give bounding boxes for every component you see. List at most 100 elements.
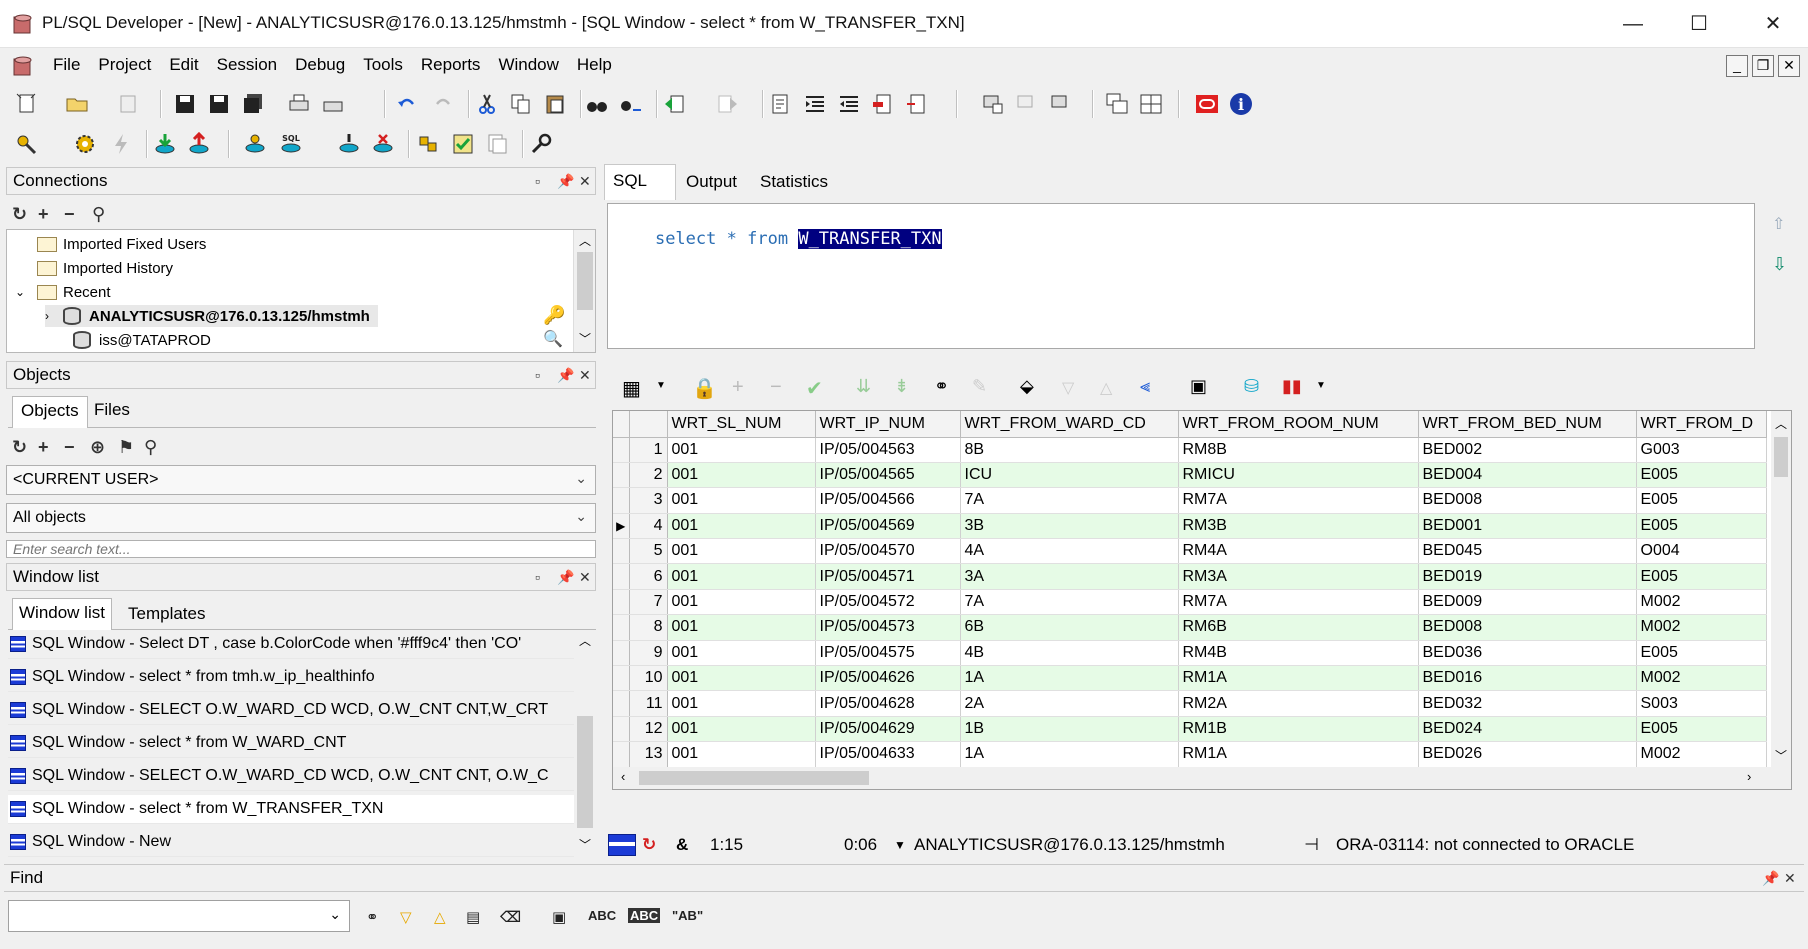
tree-item-imported-fixed-users[interactable]: Imported Fixed Users <box>37 233 206 255</box>
grid-cell[interactable]: BED026 <box>1418 741 1637 768</box>
grid-cell[interactable]: E005 <box>1636 462 1767 489</box>
row-number[interactable]: 1 <box>629 437 668 463</box>
grid-cell[interactable]: IP/05/004626 <box>815 665 961 692</box>
table-row[interactable]: 6 001 IP/05/004571 3A RM3A BED019 E005 <box>613 563 1767 590</box>
close-button[interactable]: ✕ <box>1746 6 1800 42</box>
row-number[interactable]: 11 <box>629 690 668 717</box>
grid-cell[interactable]: RM4A <box>1178 538 1419 565</box>
tab-window-list[interactable]: Window list <box>12 598 112 630</box>
grid-cell[interactable]: M002 <box>1636 589 1767 616</box>
grid-cell[interactable]: 001 <box>667 538 816 565</box>
row-number[interactable]: 4 <box>629 513 668 540</box>
connection-properties-icon[interactable]: ⚲ <box>92 204 105 225</box>
mdi-close-button[interactable]: ✕ <box>1778 55 1800 77</box>
regex-button[interactable]: "AB" <box>672 908 703 923</box>
redo-button[interactable] <box>428 90 458 118</box>
menu-help[interactable]: Help <box>568 55 621 75</box>
object-search-input[interactable] <box>6 540 596 558</box>
chevron-down-icon[interactable]: ▼ <box>1316 380 1326 391</box>
table-row[interactable]: 7 001 IP/05/004572 7A RM7A BED009 M002 <box>613 589 1767 616</box>
grid-cell[interactable]: IP/05/004575 <box>815 640 961 667</box>
scroll-down-icon[interactable]: ﹀ <box>579 330 591 347</box>
add-icon[interactable]: + <box>38 437 49 458</box>
grid-cell[interactable]: 001 <box>667 513 816 540</box>
window-list-item[interactable]: SQL Window - SELECT O.W_WARD_CD WCD, O.W… <box>8 696 574 725</box>
sql-button[interactable]: SQL <box>276 130 306 158</box>
grid-cell[interactable]: IP/05/004566 <box>815 487 961 514</box>
tree-item-imported-history[interactable]: Imported History <box>37 257 173 279</box>
grid-cell[interactable]: 001 <box>667 690 816 717</box>
row-number[interactable]: 9 <box>629 640 668 667</box>
post-changes-icon[interactable]: ✔ <box>806 376 823 401</box>
undo-button[interactable] <box>392 90 422 118</box>
grid-cell[interactable]: BED008 <box>1418 487 1637 514</box>
arrow-down-icon[interactable]: ⇩ <box>1772 254 1787 275</box>
scroll-up-icon[interactable]: ︿ <box>1775 415 1787 432</box>
add-icon[interactable]: + <box>38 204 49 225</box>
grid-cell[interactable]: 001 <box>667 563 816 590</box>
arrow-up-icon[interactable]: ⇧ <box>1772 214 1785 234</box>
panel-close-icon[interactable]: ✕ <box>579 173 591 190</box>
grid-cell[interactable]: BED002 <box>1418 437 1637 463</box>
row-number[interactable]: 8 <box>629 614 668 641</box>
column-header[interactable]: WRT_FROM_WARD_CD <box>960 411 1179 438</box>
delete-row-icon[interactable]: − <box>770 376 782 399</box>
unindent-button[interactable] <box>834 90 864 118</box>
grid-cell[interactable]: IP/05/004565 <box>815 462 961 489</box>
scroll-down-icon[interactable]: ﹀ <box>579 836 591 853</box>
scroll-thumb[interactable] <box>577 716 593 828</box>
maximize-button[interactable]: ☐ <box>1672 6 1726 42</box>
rollback-button[interactable] <box>184 130 214 158</box>
info-button[interactable]: i <box>1226 90 1256 118</box>
tile-button[interactable] <box>1136 90 1166 118</box>
row-number[interactable]: 10 <box>629 665 668 692</box>
chevron-down-icon[interactable]: ⌄ <box>329 906 341 923</box>
panel-close-icon[interactable]: ✕ <box>1784 870 1796 887</box>
tree-item-recent[interactable]: ⌄ Recent <box>15 281 111 303</box>
tab-output[interactable]: Output <box>686 172 737 192</box>
row-number[interactable]: 3 <box>629 487 668 514</box>
disconnect-button[interactable] <box>368 130 398 158</box>
table-row[interactable]: 12 001 IP/05/004629 1B RM1B BED024 E005 <box>613 716 1767 743</box>
save-all-button[interactable] <box>238 90 268 118</box>
grid-cell[interactable]: RM1B <box>1178 716 1419 743</box>
column-header[interactable]: WRT_IP_NUM <box>815 411 961 438</box>
scroll-left-icon[interactable]: ‹ <box>621 769 625 784</box>
panel-pin-icon[interactable]: 📌 <box>1762 870 1779 887</box>
grid-cell[interactable]: BED045 <box>1418 538 1637 565</box>
back-button[interactable] <box>660 90 690 118</box>
indent-button[interactable] <box>800 90 830 118</box>
grid-cell[interactable]: E005 <box>1636 563 1767 590</box>
mdi-restore-button[interactable]: ❐ <box>1752 55 1774 77</box>
cascade-button[interactable] <box>1102 90 1132 118</box>
lock-icon[interactable]: 🔒 <box>692 376 717 401</box>
grid-cell[interactable]: M002 <box>1636 665 1767 692</box>
panel-pin-icon[interactable]: 📌 <box>557 367 574 384</box>
remove-icon[interactable]: − <box>64 437 75 458</box>
scroll-thumb[interactable] <box>1774 437 1788 477</box>
find-all-icon[interactable]: ▤ <box>466 908 480 926</box>
grid-cell[interactable]: BED024 <box>1418 716 1637 743</box>
grid-cell[interactable]: E005 <box>1636 640 1767 667</box>
tab-statistics[interactable]: Statistics <box>760 172 828 192</box>
chevron-right-icon[interactable]: › <box>45 309 63 323</box>
scroll-down-icon[interactable]: ﹀ <box>1775 747 1787 764</box>
save-as-button[interactable] <box>204 90 234 118</box>
replace-button[interactable] <box>616 90 646 118</box>
chevron-down-icon[interactable]: ▼ <box>894 838 906 852</box>
table-row[interactable]: 10 001 IP/05/004626 1A RM1A BED016 M002 <box>613 665 1767 692</box>
binoculars-icon[interactable]: ⚭ <box>934 376 949 397</box>
logon-button[interactable] <box>12 130 42 158</box>
grid-cell[interactable]: M002 <box>1636 614 1767 641</box>
column-header[interactable]: WRT_FROM_ROOM_NUM <box>1178 411 1419 438</box>
grid-cell[interactable]: 001 <box>667 665 816 692</box>
grid-cell[interactable]: BED032 <box>1418 690 1637 717</box>
grid-cell[interactable]: RM7A <box>1178 589 1419 616</box>
panel-close-icon[interactable]: ✕ <box>579 569 591 586</box>
grid-cell[interactable]: BED001 <box>1418 513 1637 540</box>
grid-cell[interactable]: 2A <box>960 690 1179 717</box>
grid-cell[interactable]: RM7A <box>1178 487 1419 514</box>
uppercase-button[interactable] <box>868 90 898 118</box>
clear-icon[interactable]: ✎ <box>972 376 987 397</box>
query-icon[interactable]: ⛁ <box>1244 376 1259 397</box>
